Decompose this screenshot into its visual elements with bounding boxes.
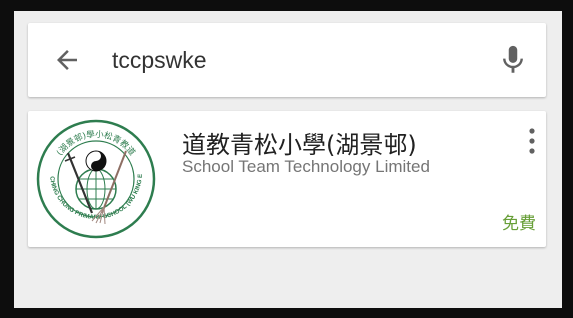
app-developer: School Team Technology Limited [182,157,430,176]
search-input[interactable] [112,42,492,78]
play-store-screen: (湖景邨)學小松青教道 TAOIST CHING CHUNG PRIMARY S… [14,11,562,308]
microphone-icon[interactable] [496,43,530,77]
app-result-card[interactable]: (湖景邨)學小松青教道 TAOIST CHING CHUNG PRIMARY S… [28,111,546,247]
arrow-back-icon[interactable] [52,45,82,75]
more-vert-icon[interactable] [524,127,540,155]
app-title: 道教青松小學(湖景邨) [182,131,417,159]
search-bar [28,23,546,97]
yin-yang-icon [85,150,107,172]
school-logo: (湖景邨)學小松青教道 TAOIST CHING CHUNG PRIMARY S… [34,117,158,241]
price-badge: 免費 [502,214,536,234]
